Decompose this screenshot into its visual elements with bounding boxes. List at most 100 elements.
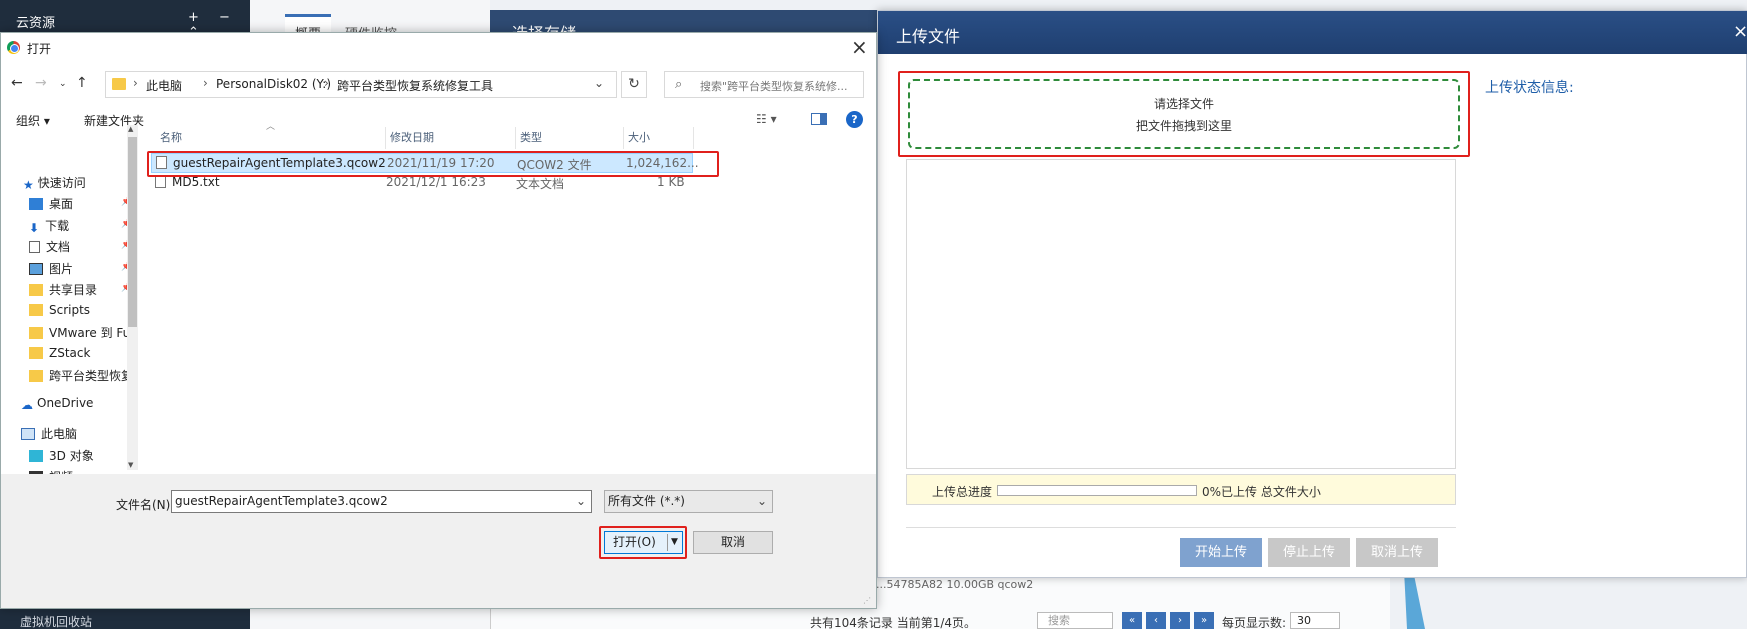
- per-page-label: 每页显示数:: [1222, 616, 1287, 629]
- breadcrumb-disk[interactable]: PersonalDisk02 (Y:): [216, 77, 331, 91]
- picture-icon: [29, 263, 43, 275]
- open-button-highlight: [599, 526, 687, 559]
- chevron-right-icon[interactable]: ›: [203, 76, 208, 90]
- stop-upload-button[interactable]: 停止上传: [1268, 538, 1350, 567]
- address-bar[interactable]: › 此电脑 › PersonalDisk02 (Y:) › 跨平台类型恢复系统修…: [105, 71, 617, 98]
- nav-shared[interactable]: 共享目录📌: [29, 281, 132, 301]
- back-arrow-icon[interactable]: ←: [11, 75, 23, 91]
- per-page-select[interactable]: 30: [1290, 612, 1340, 629]
- cube-icon: [29, 450, 43, 462]
- forward-arrow-icon[interactable]: →: [35, 75, 47, 91]
- nav-label: 3D 对象: [49, 449, 94, 463]
- file-size-cell: 1 KB: [657, 175, 685, 189]
- nav-label: 跨平台类型恢复: [49, 369, 134, 383]
- scroll-down-icon[interactable]: ▼: [128, 461, 133, 469]
- breadcrumb-this-pc[interactable]: 此电脑: [146, 77, 182, 94]
- star-icon: ★: [23, 178, 34, 192]
- nav-label: OneDrive: [37, 396, 94, 410]
- nav-this-pc[interactable]: 此电脑: [21, 425, 77, 445]
- recycle-bin-item[interactable]: 虚拟机回收站: [20, 613, 92, 629]
- nav-downloads[interactable]: ⬇下载📌: [29, 217, 132, 237]
- dialog-close-icon[interactable]: ×: [851, 35, 868, 59]
- breadcrumb-folder[interactable]: 跨平台类型恢复系统修复工具: [337, 77, 493, 94]
- organize-button[interactable]: 组织 ▾: [16, 112, 50, 129]
- column-header-size[interactable]: 大小: [624, 127, 694, 149]
- file-type-select[interactable]: 所有文件 (*.*) ⌄: [604, 490, 773, 513]
- first-page-icon[interactable]: «: [1122, 612, 1142, 629]
- nav-quick-access[interactable]: ★ 快速访问: [23, 174, 86, 194]
- document-icon: [29, 241, 40, 253]
- cloud-resources-row[interactable]: 云资源 + − ⌃: [0, 10, 250, 40]
- filename-label: 文件名(N):: [116, 498, 175, 512]
- cancel-button[interactable]: 取消: [693, 531, 773, 554]
- column-header-date[interactable]: 修改日期: [386, 127, 516, 149]
- chrome-icon: [7, 41, 20, 54]
- nav-desktop[interactable]: 桌面📌: [29, 195, 132, 215]
- nav-pane-scrollbar[interactable]: ▲ ▼: [127, 125, 138, 470]
- file-type-cell: 文本文档: [516, 177, 565, 191]
- nav-onedrive[interactable]: ☁ OneDrive: [21, 396, 93, 416]
- refresh-icon[interactable]: ↻: [621, 71, 647, 98]
- nav-label: 共享目录: [49, 283, 98, 297]
- cloud-resources-label: 云资源: [16, 16, 56, 31]
- upload-close-icon[interactable]: ×: [1733, 21, 1747, 42]
- file-date-cell: 2021/12/1 16:23: [386, 175, 486, 189]
- background-search-input[interactable]: 搜索: [1037, 612, 1113, 629]
- dialog-titlebar: 打开 ×: [1, 33, 876, 63]
- nav-label: ZStack: [49, 346, 91, 360]
- nav-vmware[interactable]: VMware 到 Fus: [29, 324, 137, 344]
- cancel-upload-button[interactable]: 取消上传: [1356, 538, 1438, 567]
- preview-pane-icon[interactable]: [811, 113, 827, 125]
- nav-label: 文档: [46, 240, 71, 254]
- nav-pictures[interactable]: 图片📌: [29, 260, 132, 280]
- dialog-title: 打开: [27, 42, 52, 56]
- nav-zstack[interactable]: ZStack: [29, 346, 90, 366]
- folder-icon: [29, 370, 43, 382]
- select-file-text[interactable]: 请选择文件: [910, 95, 1458, 112]
- chevron-right-icon[interactable]: ›: [133, 76, 138, 90]
- search-placeholder: 搜索"跨平台类型恢复系统修...: [700, 80, 848, 93]
- nav-documents[interactable]: 文档📌: [29, 238, 132, 258]
- drop-zone[interactable]: 请选择文件 把文件拖拽到这里: [908, 79, 1460, 149]
- dialog-bottom-bar: 文件名(N): guestRepairAgentTemplate3.qcow2 …: [1, 474, 876, 608]
- recent-dropdown-icon[interactable]: ⌄: [59, 79, 67, 89]
- folder-icon: [29, 327, 43, 339]
- nav-label: 快速访问: [37, 176, 86, 190]
- upload-divider: [906, 527, 1456, 528]
- progress-bar: [997, 485, 1197, 496]
- scroll-up-icon[interactable]: ▲: [128, 125, 133, 133]
- nav-label: Scripts: [49, 303, 91, 317]
- view-options-icon[interactable]: ☷ ▾: [756, 112, 777, 126]
- nav-3d-objects[interactable]: 3D 对象: [29, 447, 94, 467]
- file-name: MD5.txt: [172, 175, 220, 189]
- folder-search-input[interactable]: ⌕ 搜索"跨平台类型恢复系统修...: [664, 71, 864, 98]
- chevron-down-icon[interactable]: ⌄: [594, 76, 604, 90]
- chevron-down-icon[interactable]: ⌄: [757, 491, 767, 512]
- prev-page-icon[interactable]: ‹: [1146, 612, 1166, 629]
- drop-zone-highlight: 请选择文件 把文件拖拽到这里: [898, 71, 1470, 157]
- last-page-icon[interactable]: »: [1194, 612, 1214, 629]
- next-page-icon[interactable]: ›: [1170, 612, 1190, 629]
- upload-title: 上传文件: [896, 27, 961, 46]
- column-header-type[interactable]: 类型: [516, 127, 624, 149]
- filename-input[interactable]: guestRepairAgentTemplate3.qcow2 ⌄: [171, 490, 592, 513]
- chevron-right-icon[interactable]: ›: [324, 76, 329, 90]
- decoration-shape: [1404, 570, 1425, 629]
- folder-icon: [112, 78, 126, 90]
- drag-here-text: 把文件拖拽到这里: [1135, 119, 1232, 133]
- up-arrow-icon[interactable]: ↑: [76, 75, 88, 91]
- resize-grip-icon[interactable]: ⋰: [863, 596, 871, 605]
- navigation-pane: ★快速访问 桌面📌 ⬇下载📌 文档📌 图片📌 共享目录📌 Scripts VMw…: [1, 138, 141, 528]
- column-header-name[interactable]: 名称: [156, 127, 386, 149]
- search-icon: ⌕: [675, 77, 683, 92]
- filename-value: guestRepairAgentTemplate3.qcow2: [175, 494, 388, 508]
- chevron-down-icon[interactable]: ⌄: [576, 491, 586, 512]
- start-upload-button[interactable]: 开始上传: [1180, 538, 1262, 567]
- scrollbar-thumb[interactable]: [128, 137, 137, 327]
- upload-file-list: [906, 159, 1456, 469]
- nav-label: 桌面: [49, 197, 74, 211]
- file-name-cell: MD5.txt: [155, 175, 220, 189]
- progress-label: 上传总进度: [932, 485, 993, 499]
- nav-repair-tool[interactable]: 跨平台类型恢复: [29, 367, 133, 387]
- nav-scripts[interactable]: Scripts: [29, 303, 90, 323]
